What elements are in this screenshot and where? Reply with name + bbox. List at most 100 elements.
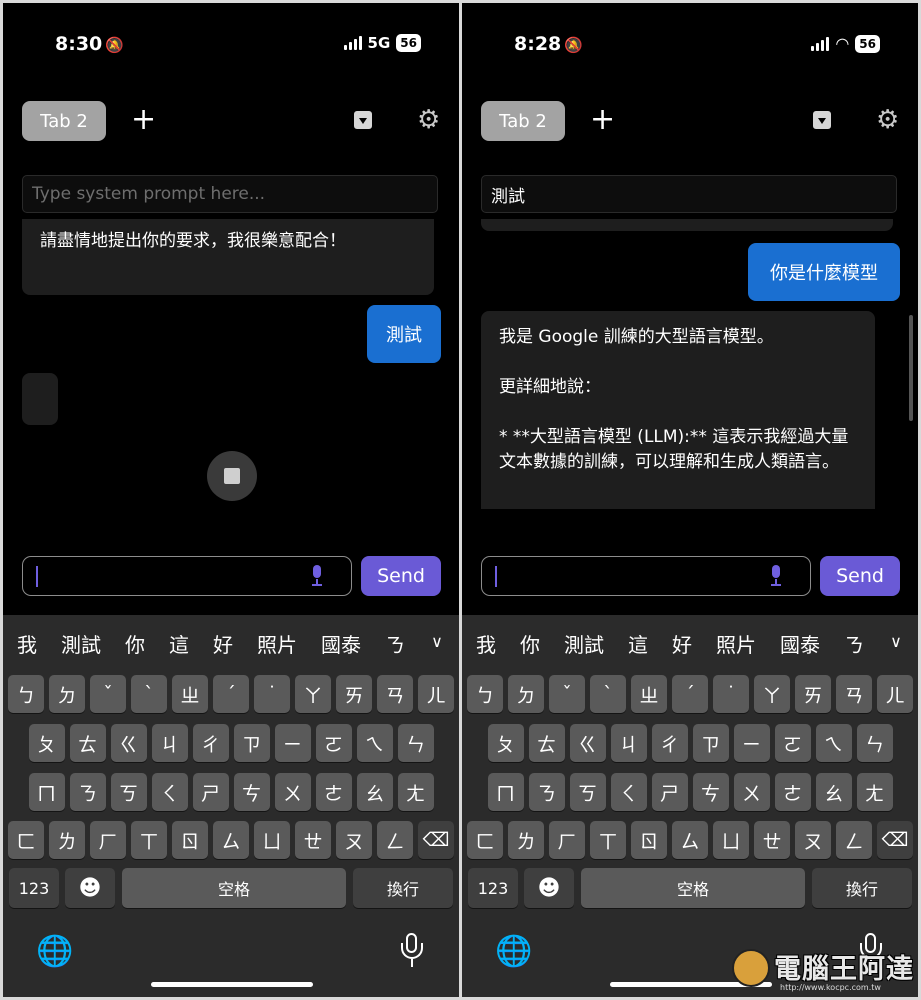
key[interactable]: ㄩ bbox=[713, 821, 749, 859]
key[interactable]: ㄕ bbox=[192, 773, 229, 811]
download-icon[interactable] bbox=[354, 111, 372, 129]
key[interactable]: ㄋ bbox=[528, 773, 565, 811]
key[interactable]: ㄔ bbox=[651, 724, 688, 762]
key[interactable]: ㄡ bbox=[795, 821, 831, 859]
key[interactable]: ˊ bbox=[672, 675, 708, 713]
chat-scrollbar[interactable] bbox=[909, 315, 913, 421]
key[interactable]: ㄦ bbox=[418, 675, 454, 713]
key[interactable]: ㄥ bbox=[836, 821, 872, 859]
key[interactable]: ㄈ bbox=[8, 821, 44, 859]
candidate-word[interactable]: 照片 bbox=[716, 629, 756, 658]
key[interactable]: ˋ bbox=[131, 675, 167, 713]
key[interactable]: ㄅ bbox=[467, 675, 503, 713]
key[interactable]: ㄝ bbox=[754, 821, 790, 859]
system-prompt-input[interactable] bbox=[481, 175, 897, 213]
key[interactable]: ㄚ bbox=[754, 675, 790, 713]
delete-key[interactable]: ⌫ bbox=[877, 821, 913, 859]
key[interactable]: ㄆ bbox=[28, 724, 65, 762]
key[interactable]: ㄢ bbox=[836, 675, 872, 713]
key[interactable]: ㄖ bbox=[172, 821, 208, 859]
key[interactable]: ㄋ bbox=[69, 773, 106, 811]
tab-2[interactable]: Tab 2 bbox=[22, 101, 106, 141]
key[interactable]: ㄑ bbox=[151, 773, 188, 811]
key[interactable]: ㄤ bbox=[856, 773, 893, 811]
key[interactable]: ㄛ bbox=[774, 724, 811, 762]
key[interactable]: ㄆ bbox=[487, 724, 524, 762]
key[interactable]: ㄚ bbox=[295, 675, 331, 713]
globe-icon[interactable]: 🌐 bbox=[495, 934, 532, 969]
tab-2[interactable]: Tab 2 bbox=[481, 101, 565, 141]
numbers-key[interactable]: 123 bbox=[468, 868, 518, 908]
key[interactable]: ㄛ bbox=[315, 724, 352, 762]
candidate-word[interactable]: 國泰 bbox=[780, 629, 820, 658]
key[interactable]: ˙ bbox=[713, 675, 749, 713]
globe-icon[interactable]: 🌐 bbox=[36, 934, 73, 969]
chat-history[interactable]: 你是什麼模型 我是 Google 訓練的大型語言模型。 更詳細地說： * **大… bbox=[462, 219, 918, 509]
candidate-word[interactable]: 國泰 bbox=[321, 629, 361, 658]
key[interactable]: ㄍ bbox=[569, 724, 606, 762]
download-icon[interactable] bbox=[813, 111, 831, 129]
message-input[interactable] bbox=[481, 556, 811, 596]
key[interactable]: ㄨ bbox=[274, 773, 311, 811]
key[interactable]: ㄜ bbox=[774, 773, 811, 811]
key[interactable]: ㄠ bbox=[356, 773, 393, 811]
key[interactable]: ㄘ bbox=[233, 773, 270, 811]
microphone-icon[interactable] bbox=[310, 565, 324, 587]
key[interactable]: ㄅ bbox=[8, 675, 44, 713]
key[interactable]: ㄩ bbox=[254, 821, 290, 859]
key[interactable]: ㄗ bbox=[692, 724, 729, 762]
key[interactable]: ㄏ bbox=[90, 821, 126, 859]
key[interactable]: ㄗ bbox=[233, 724, 270, 762]
expand-candidates-icon[interactable]: ∨ bbox=[415, 615, 459, 667]
candidate-word[interactable]: ㄋ bbox=[844, 629, 864, 658]
candidate-word[interactable]: 好 bbox=[672, 629, 692, 658]
key[interactable]: ㄌ bbox=[508, 821, 544, 859]
key[interactable]: ㄎ bbox=[569, 773, 606, 811]
system-prompt-input[interactable] bbox=[22, 175, 438, 213]
message-input[interactable] bbox=[22, 556, 352, 596]
key[interactable]: ˇ bbox=[90, 675, 126, 713]
candidate-word[interactable]: 好 bbox=[213, 629, 233, 658]
key[interactable]: ㄥ bbox=[377, 821, 413, 859]
dictation-mic-icon[interactable] bbox=[401, 933, 423, 967]
key[interactable]: ㄨ bbox=[733, 773, 770, 811]
candidate-word[interactable]: 測試 bbox=[564, 629, 604, 658]
space-key[interactable]: 空格 bbox=[122, 868, 346, 908]
key[interactable]: ㄣ bbox=[397, 724, 434, 762]
key[interactable]: ㄐ bbox=[610, 724, 647, 762]
send-button[interactable]: Send bbox=[361, 556, 441, 596]
gear-icon[interactable]: ⚙ bbox=[876, 106, 899, 134]
key[interactable]: ㄉ bbox=[49, 675, 85, 713]
key[interactable]: ㄣ bbox=[856, 724, 893, 762]
key[interactable]: ㄟ bbox=[356, 724, 393, 762]
stop-generation-button[interactable] bbox=[207, 451, 257, 501]
home-indicator[interactable] bbox=[151, 982, 313, 987]
key[interactable]: ㄒ bbox=[131, 821, 167, 859]
key[interactable]: ㄓ bbox=[631, 675, 667, 713]
key[interactable]: ㄦ bbox=[877, 675, 913, 713]
key[interactable]: ㄟ bbox=[815, 724, 852, 762]
key[interactable]: ㄧ bbox=[733, 724, 770, 762]
key[interactable]: ㄝ bbox=[295, 821, 331, 859]
emoji-key[interactable]: ☻ bbox=[524, 868, 574, 908]
add-tab-icon[interactable]: + bbox=[590, 103, 615, 137]
emoji-key[interactable]: ☻ bbox=[65, 868, 115, 908]
key[interactable]: ㄇ bbox=[28, 773, 65, 811]
microphone-icon[interactable] bbox=[769, 565, 783, 587]
key[interactable]: ˊ bbox=[213, 675, 249, 713]
return-key[interactable]: 換行 bbox=[812, 868, 912, 908]
candidate-word[interactable]: 照片 bbox=[257, 629, 297, 658]
candidate-word[interactable]: 我 bbox=[17, 629, 37, 658]
key[interactable]: ㄑ bbox=[610, 773, 647, 811]
candidate-word[interactable]: 測試 bbox=[61, 629, 101, 658]
key[interactable]: ˇ bbox=[549, 675, 585, 713]
add-tab-icon[interactable]: + bbox=[131, 103, 156, 137]
candidate-word[interactable]: 這 bbox=[169, 629, 189, 658]
key[interactable]: ㄐ bbox=[151, 724, 188, 762]
candidate-word[interactable]: 你 bbox=[520, 629, 540, 658]
numbers-key[interactable]: 123 bbox=[9, 868, 59, 908]
key[interactable]: ㄌ bbox=[49, 821, 85, 859]
key[interactable]: ㄤ bbox=[397, 773, 434, 811]
key[interactable]: ㄕ bbox=[651, 773, 688, 811]
key[interactable]: ㄜ bbox=[315, 773, 352, 811]
